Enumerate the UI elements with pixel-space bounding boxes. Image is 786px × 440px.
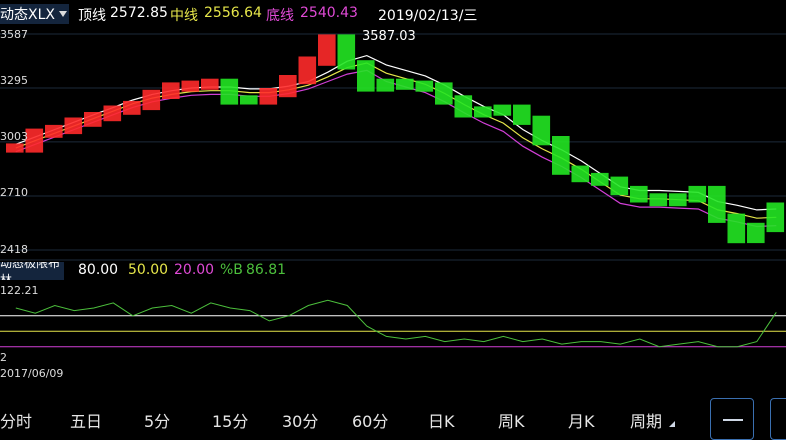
price-bar — [454, 95, 473, 118]
tab-period-menu[interactable]: 周期 — [630, 408, 676, 432]
price-bar — [84, 112, 102, 127]
sub-axis-top: 122.21 — [0, 284, 39, 297]
percent-b-line — [15, 299, 777, 348]
tab-weekly-k[interactable]: 周K — [498, 408, 525, 432]
price-bar — [45, 124, 63, 138]
price-bar — [610, 176, 629, 196]
price-bar — [6, 143, 24, 153]
price-bar — [376, 78, 395, 92]
price-bar — [649, 193, 668, 207]
sub-indicator-selector[interactable]: 动态极限布林 — [0, 262, 64, 280]
price-bar — [259, 88, 278, 105]
price-bar — [415, 80, 434, 92]
price-bar — [552, 136, 570, 175]
price-bar — [688, 185, 707, 203]
price-bar — [142, 89, 161, 111]
period-tab-bar: 分时 五日 5分 15分 30分 60分 日K 周K 月K 周期 — [0, 396, 786, 440]
tab-15min[interactable]: 15分 — [212, 408, 248, 432]
tab-minute[interactable]: 分时 — [0, 408, 32, 432]
level-50-value: 50.00 — [128, 262, 169, 278]
price-tick-2: 3003 — [0, 130, 28, 143]
sub-indicator-name: 动态极限布林 — [0, 262, 61, 280]
peak-price-label: 3587.03 — [362, 29, 416, 44]
level-20-value: 20.00 — [174, 262, 215, 278]
minus-icon — [723, 419, 743, 421]
price-bar — [669, 193, 687, 207]
price-bar — [513, 104, 531, 125]
tab-5min[interactable]: 5分 — [144, 408, 170, 432]
zoom-out-button[interactable] — [710, 398, 754, 440]
percent-b-label: %B — [220, 262, 243, 278]
price-bar — [532, 115, 551, 146]
tab-60min[interactable]: 60分 — [352, 408, 388, 432]
price-bar — [493, 104, 512, 116]
price-tick-1: 3295 — [0, 74, 28, 87]
price-bar — [727, 213, 746, 244]
percent-b-value: 86.81 — [246, 262, 287, 278]
price-bar — [708, 185, 726, 223]
tab-five-day[interactable]: 五日 — [70, 408, 102, 432]
price-bar — [591, 172, 609, 186]
price-bar — [25, 128, 44, 153]
price-bar — [279, 75, 297, 98]
tab-period-label: 周期 — [630, 412, 663, 431]
price-bar — [630, 185, 648, 203]
zoom-in-button[interactable] — [770, 398, 786, 440]
price-bar — [766, 202, 785, 233]
price-bar — [162, 82, 180, 99]
price-bar — [298, 56, 317, 85]
price-bar — [337, 34, 356, 70]
price-bar — [181, 80, 200, 92]
price-bar — [396, 78, 414, 90]
price-bar — [357, 60, 375, 92]
price-bar — [240, 95, 258, 105]
x-axis-start-date: 2017/06/09 — [0, 367, 64, 380]
price-bar — [435, 82, 453, 105]
price-chart[interactable] — [0, 0, 786, 396]
menu-corner-icon — [669, 421, 676, 427]
price-bar — [318, 34, 336, 66]
sub-axis-bottom: 2 — [0, 351, 7, 364]
price-bar — [571, 165, 590, 183]
tab-30min[interactable]: 30分 — [282, 408, 318, 432]
price-bar — [201, 78, 219, 90]
price-bar — [123, 100, 141, 115]
price-tick-3: 2710 — [0, 186, 28, 199]
price-bar — [220, 78, 239, 105]
price-tick-0: 3587 — [0, 28, 28, 41]
price-bar — [103, 105, 122, 122]
tab-daily-k[interactable]: 日K — [428, 408, 455, 432]
price-bar — [474, 106, 492, 118]
price-bar — [747, 222, 765, 244]
price-tick-4: 2418 — [0, 243, 28, 256]
tab-monthly-k[interactable]: 月K — [568, 408, 595, 432]
price-bar — [64, 117, 83, 135]
level-80-value: 80.00 — [78, 262, 119, 278]
